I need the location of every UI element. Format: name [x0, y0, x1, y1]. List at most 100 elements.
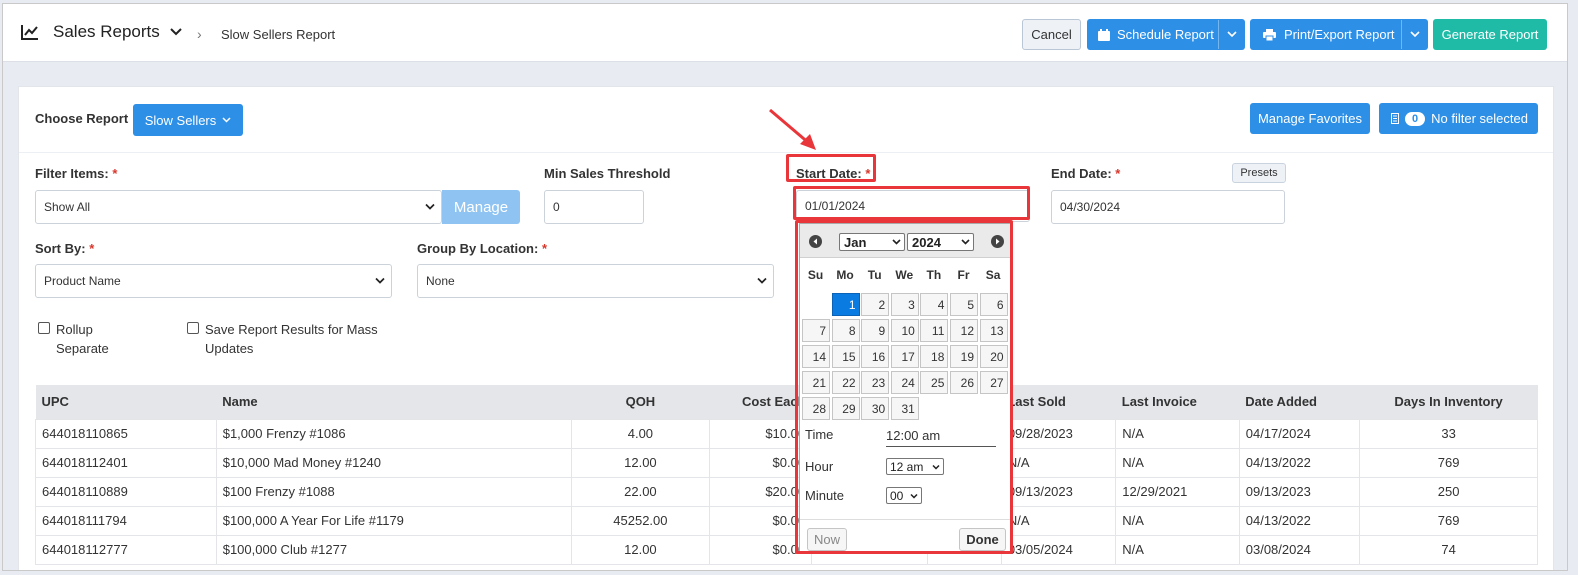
chevron-down-icon[interactable]	[170, 27, 182, 37]
filter-status-button[interactable]: 0 No filter selected	[1379, 103, 1538, 134]
chevron-down-icon	[910, 493, 918, 498]
calendar-day[interactable]: 18	[920, 345, 949, 368]
table-row[interactable]: 644018111794 $100,000 A Year For Life #11…	[35, 505, 1538, 536]
calendar-day[interactable]: 31	[890, 397, 919, 420]
manage-filter-button[interactable]: Manage	[442, 190, 520, 224]
calendar-day[interactable]: 11	[920, 319, 949, 342]
datepicker-popup: Jan 2024 Su Mo Tu We Th Fr Sa 1 2 3 4 5 6 7 8 9 10 11 12 1…	[799, 223, 1012, 553]
calendar-day[interactable]: 25	[920, 371, 949, 394]
column-header[interactable]: UPC	[35, 385, 217, 419]
sort-by-value: Product Name	[44, 274, 121, 288]
sort-by-select[interactable]: Product Name	[35, 264, 392, 298]
done-button[interactable]: Done	[959, 528, 1006, 551]
column-header[interactable]: Last Sold	[1001, 385, 1116, 419]
calendar-day[interactable]: 13	[979, 319, 1008, 342]
table-cell: 769	[1359, 447, 1538, 478]
calendar-day[interactable]: 19	[950, 345, 978, 368]
table-cell: $1,000 Frenzy #1086	[215, 418, 573, 449]
table-row[interactable]: 644018112777 $100,000 Club #1277 12.00 $0.0…	[35, 534, 1538, 565]
calendar-day[interactable]: 22	[831, 371, 860, 394]
calendar-day[interactable]: 6	[979, 293, 1008, 316]
min-sales-input[interactable]: 0	[544, 190, 644, 224]
calendar-day[interactable]: 10	[890, 319, 919, 342]
table-cell: 04/13/2022	[1238, 447, 1361, 478]
print-export-dropdown-toggle[interactable]	[1401, 20, 1427, 49]
column-header[interactable]: Cost Each	[709, 385, 812, 419]
calendar-day[interactable]: 2	[861, 293, 890, 316]
chevron-down-icon	[1409, 31, 1420, 38]
prev-month-icon[interactable]	[809, 235, 822, 248]
start-date-input[interactable]: 01/01/2024	[796, 190, 1030, 222]
table-row[interactable]: 644018112401 $10,000 Mad Money #1240 12.00…	[35, 447, 1538, 478]
generate-report-button[interactable]: Generate Report	[1433, 19, 1547, 50]
end-date-input[interactable]: 04/30/2024	[1051, 190, 1285, 224]
calendar-day[interactable]: 8	[831, 319, 860, 342]
datepicker-header: Jan 2024	[800, 224, 1011, 258]
year-select[interactable]: 2024	[907, 233, 974, 251]
calendar-day[interactable]: 16	[861, 345, 890, 368]
calendar-day[interactable]: 9	[861, 319, 890, 342]
table-cell: N/A	[1115, 505, 1240, 536]
minute-select[interactable]: 00	[886, 487, 922, 504]
group-by-select[interactable]: None	[417, 264, 774, 298]
table-row[interactable]: 644018110889 $100 Frenzy #1088 22.00 $20.00…	[35, 476, 1538, 507]
calendar-day[interactable]: 30	[861, 397, 890, 420]
month-select[interactable]: Jan	[839, 233, 905, 251]
minute-label: Minute	[805, 488, 845, 503]
calendar-day[interactable]: 29	[831, 397, 860, 420]
calendar-day[interactable]: 17	[890, 345, 919, 368]
calendar-day[interactable]: 4	[920, 293, 949, 316]
schedule-dropdown-toggle[interactable]	[1218, 20, 1244, 49]
calendar-day[interactable]: 7	[802, 319, 830, 342]
save-results-checkbox[interactable]: Save Report Results for Mass Updates	[187, 320, 378, 358]
calendar-day[interactable]: 5	[950, 293, 978, 316]
schedule-report-button[interactable]: Schedule Report	[1087, 19, 1245, 50]
calendar-day[interactable]: 3	[890, 293, 919, 316]
rollup-checkbox-box[interactable]	[38, 322, 50, 334]
start-date-label: Start Date: *	[796, 166, 871, 181]
calendar-day[interactable]: 12	[950, 319, 978, 342]
table-cell: 09/28/2023	[1000, 418, 1117, 449]
column-header[interactable]: Name	[216, 385, 572, 419]
hour-select[interactable]: 12 am	[886, 458, 944, 475]
rollup-separate-checkbox[interactable]: Rollup Separate	[38, 320, 109, 358]
calendar-day[interactable]: 28	[802, 397, 830, 420]
save-results-checkbox-box[interactable]	[187, 322, 199, 334]
calendar-day[interactable]: 24	[890, 371, 919, 394]
calendar-day[interactable]: 23	[861, 371, 890, 394]
cancel-button[interactable]: Cancel	[1022, 19, 1081, 50]
calendar-day[interactable]: 26	[950, 371, 978, 394]
now-button[interactable]: Now	[807, 528, 847, 551]
chevron-down-icon	[961, 239, 970, 245]
manage-favorites-button[interactable]: Manage Favorites	[1250, 103, 1370, 134]
column-header[interactable]: Date Added	[1239, 385, 1360, 419]
column-header[interactable]: QOH	[571, 385, 710, 419]
choose-report-dropdown[interactable]: Slow Sellers	[133, 104, 243, 136]
calendar-day[interactable]: 1	[831, 293, 860, 316]
calendar-day[interactable]: 20	[979, 345, 1008, 368]
min-sales-label: Min Sales Threshold	[544, 166, 671, 181]
table-row[interactable]: 644018110865 $1,000 Frenzy #1086 4.00 $10.0…	[35, 418, 1538, 449]
table-cell: 04/13/2022	[1238, 505, 1361, 536]
table-cell: $0.00	[708, 534, 813, 565]
calendar-day[interactable]: 21	[802, 371, 830, 394]
table-cell: 4.00	[571, 418, 710, 449]
table-cell: N/A	[1115, 534, 1240, 565]
calendar-day[interactable]: 27	[979, 371, 1008, 394]
next-month-icon[interactable]	[991, 235, 1004, 248]
table-cell: 09/13/2023	[1000, 476, 1117, 507]
end-date-label: End Date: *	[1051, 166, 1121, 181]
table-cell: 45252.00	[571, 505, 710, 536]
app-title: Sales Reports	[53, 22, 160, 41]
presets-button[interactable]: Presets	[1232, 163, 1286, 183]
schedule-report-label: Schedule Report	[1117, 27, 1214, 42]
column-header[interactable]: Days In Inventory	[1359, 385, 1538, 419]
filter-items-select[interactable]: Show All	[35, 190, 442, 224]
column-header[interactable]: Last Invoice	[1115, 385, 1240, 419]
calendar-day[interactable]: 14	[802, 345, 830, 368]
calendar-day[interactable]: 15	[831, 345, 860, 368]
save-results-checkbox-label: Save Report Results for Mass Updates	[205, 322, 378, 356]
table-cell: 04/17/2024	[1238, 418, 1361, 449]
table-cell: $10.00	[708, 418, 813, 449]
print-export-button[interactable]: Print/Export Report	[1250, 19, 1428, 50]
